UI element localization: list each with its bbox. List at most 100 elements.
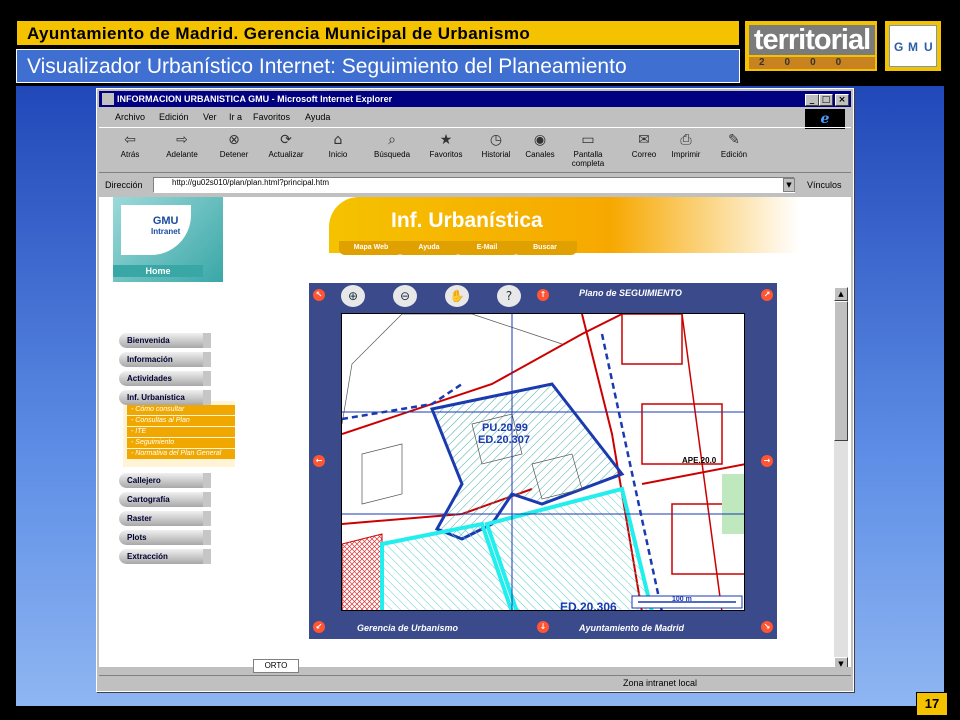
- toolbar-stop-button[interactable]: ⊗ Detener: [209, 132, 259, 159]
- print-icon: ⎙: [680, 132, 692, 148]
- info-query-icon[interactable]: ?: [497, 285, 521, 307]
- toolbar-edit-button[interactable]: ✎ Edición: [709, 132, 759, 159]
- toolbar-label: Adelante: [166, 150, 198, 159]
- toolbar-label: Inicio: [328, 150, 348, 159]
- gmu-logo-box: G M U: [889, 25, 937, 67]
- toolbar-search-button[interactable]: ⌕ Búsqueda: [367, 132, 417, 159]
- menu-edicion[interactable]: Edición: [159, 112, 189, 122]
- close-button[interactable]: ×: [835, 94, 849, 106]
- pan-w-arrow-icon[interactable]: ←: [313, 455, 325, 467]
- nav-item-cartograf-a[interactable]: Cartografía: [119, 492, 211, 507]
- tab-buscar[interactable]: Buscar: [513, 241, 577, 255]
- map-label-pu: PU.20.99: [482, 422, 528, 434]
- tab-ayuda[interactable]: Ayuda: [397, 241, 461, 255]
- scroll-thumb[interactable]: [834, 301, 848, 441]
- mail-icon: ✉: [638, 132, 650, 148]
- toolbar-print-button[interactable]: ⎙ Imprimir: [661, 132, 711, 159]
- nav-item-raster[interactable]: Raster: [119, 511, 211, 526]
- slide-subtitle-bar: Visualizador Urbanístico Internet: Segui…: [16, 49, 740, 83]
- map-scale-bar: 100 m: [672, 596, 692, 603]
- pan-ne-arrow-icon[interactable]: ↗: [761, 289, 773, 301]
- menu-archivo[interactable]: Archivo: [115, 112, 145, 122]
- nav-item-informaci-n[interactable]: Información: [119, 352, 211, 367]
- page-vertical-scrollbar[interactable]: ▲ ▼: [834, 287, 848, 667]
- map-footer-left: Gerencia de Urbanismo: [357, 623, 459, 633]
- links-button[interactable]: Vínculos: [807, 180, 842, 190]
- pan-nw-arrow-icon[interactable]: ↖: [313, 289, 325, 301]
- window-titlebar[interactable]: INFORMACION URBANISTICA GMU - Microsoft …: [99, 91, 851, 107]
- status-bar: Zona intranet local: [99, 675, 851, 691]
- toolbar-label: Imprimir: [671, 150, 701, 159]
- toolbar-fullscreen-button[interactable]: ▭ Pantalla completa: [563, 132, 613, 168]
- sub-item-0[interactable]: - Cómo consultar: [127, 405, 235, 415]
- menu-ir-a[interactable]: Ir a: [229, 112, 242, 122]
- sub-item-3[interactable]: - Seguimiento: [127, 438, 235, 448]
- sub-item-1[interactable]: - Consultas al Plan: [127, 416, 235, 426]
- map-label-ed-307: ED.20.307: [478, 434, 530, 446]
- toolbar-forward-arrow-button[interactable]: ⇨ Adelante: [157, 132, 207, 159]
- address-dropdown-button[interactable]: ▼: [783, 178, 795, 192]
- gmu-logo-letter: M: [908, 40, 918, 54]
- slide-title-bar: Ayuntamiento de Madrid. Gerencia Municip…: [16, 20, 740, 46]
- home-link[interactable]: Home: [113, 265, 203, 277]
- address-input[interactable]: http://gu02s010/plan/plan.html?principal…: [153, 177, 795, 193]
- territorial-logo-year: 2000: [749, 57, 875, 69]
- nav-item-plots[interactable]: Plots: [119, 530, 211, 545]
- sub-menu-panel: - Cómo consultar - Consultas al Plan - ITE…: [123, 401, 235, 467]
- menu-favoritos[interactable]: Favoritos: [253, 112, 290, 122]
- nav-item-inf-urban-stica[interactable]: Inf. Urbanística: [119, 390, 211, 405]
- toolbar-home-button[interactable]: ⌂ Inicio: [313, 132, 363, 159]
- ie-window-icon: [102, 93, 114, 105]
- scroll-up-icon[interactable]: ▲: [834, 287, 848, 301]
- search-icon: ⌕: [388, 132, 396, 148]
- pan-e-arrow-icon[interactable]: →: [761, 455, 773, 467]
- tab-email[interactable]: E-Mail: [455, 241, 519, 255]
- minimize-button[interactable]: _: [805, 94, 819, 106]
- sub-item-4[interactable]: - Normativa del Plan General: [127, 449, 235, 459]
- gmu-intranet-sub: Intranet: [151, 227, 181, 236]
- pan-n-arrow-icon[interactable]: ↑: [537, 289, 549, 301]
- maximize-button[interactable]: □: [819, 94, 833, 106]
- toolbar-label: Atrás: [120, 150, 140, 159]
- toolbar-label: Detener: [219, 150, 249, 159]
- nav-item-callejero[interactable]: Callejero: [119, 473, 211, 488]
- toolbar-refresh-button[interactable]: ⟳ Actualizar: [261, 132, 311, 159]
- gmu-intranet-logo[interactable]: GMU Intranet: [151, 215, 180, 236]
- refresh-icon: ⟳: [280, 132, 292, 148]
- nav-item-bienvenida[interactable]: Bienvenida: [119, 333, 211, 348]
- menu-ayuda[interactable]: Ayuda: [305, 112, 330, 122]
- toolbar-history-button[interactable]: ◷ Historial: [471, 132, 521, 159]
- map-label-ed-306: ED.20.306: [560, 600, 617, 611]
- toolbar-label: Edición: [720, 150, 748, 159]
- gmu-intranet-logo-text: GMU: [152, 215, 179, 227]
- gmu-logo: G M U: [884, 20, 942, 72]
- fullscreen-icon: ▭: [581, 132, 595, 148]
- pan-sw-arrow-icon[interactable]: ↙: [313, 621, 325, 633]
- nav-item-extracci-n[interactable]: Extracción: [119, 549, 211, 564]
- sub-item-2[interactable]: - ITE: [127, 427, 235, 437]
- menu-ver[interactable]: Ver: [203, 112, 217, 122]
- pan-se-arrow-icon[interactable]: ↘: [761, 621, 773, 633]
- favorites-icon: ★: [439, 132, 453, 148]
- address-bar: Dirección http://gu02s010/plan/plan.html…: [99, 175, 851, 195]
- pan-s-arrow-icon[interactable]: ↓: [537, 621, 549, 633]
- address-label: Dirección: [105, 180, 143, 190]
- nav-item-actividades[interactable]: Actividades: [119, 371, 211, 386]
- pan-hand-icon[interactable]: ✋: [445, 285, 469, 307]
- toolbar-label: Canales: [525, 150, 555, 159]
- tab-mapa-web[interactable]: Mapa Web: [339, 241, 403, 255]
- gmu-logo-letter: G: [894, 40, 904, 54]
- toolbar-favorites-button[interactable]: ★ Favoritos: [421, 132, 471, 159]
- history-icon: ◷: [489, 132, 503, 148]
- forward-arrow-icon: ⇨: [176, 132, 188, 148]
- toolbar-back-arrow-button[interactable]: ⇦ Atrás: [105, 132, 155, 159]
- scroll-down-icon[interactable]: ▼: [834, 657, 848, 667]
- zoom-out-icon[interactable]: ⊖: [393, 285, 417, 307]
- zoom-in-icon[interactable]: ⊕: [341, 285, 365, 307]
- banner-title: Inf. Urbanística: [391, 209, 543, 232]
- map-header: Plano de SEGUIMIENTO: [579, 288, 682, 298]
- map-canvas[interactable]: PU.20.99 ED.20.307 ED.20.306 APE.20.0 10…: [341, 313, 745, 611]
- tab-orto[interactable]: ORTO: [253, 659, 299, 673]
- toolbar-label: Correo: [631, 150, 657, 159]
- toolbar-channels-button[interactable]: ◉ Canales: [515, 132, 565, 159]
